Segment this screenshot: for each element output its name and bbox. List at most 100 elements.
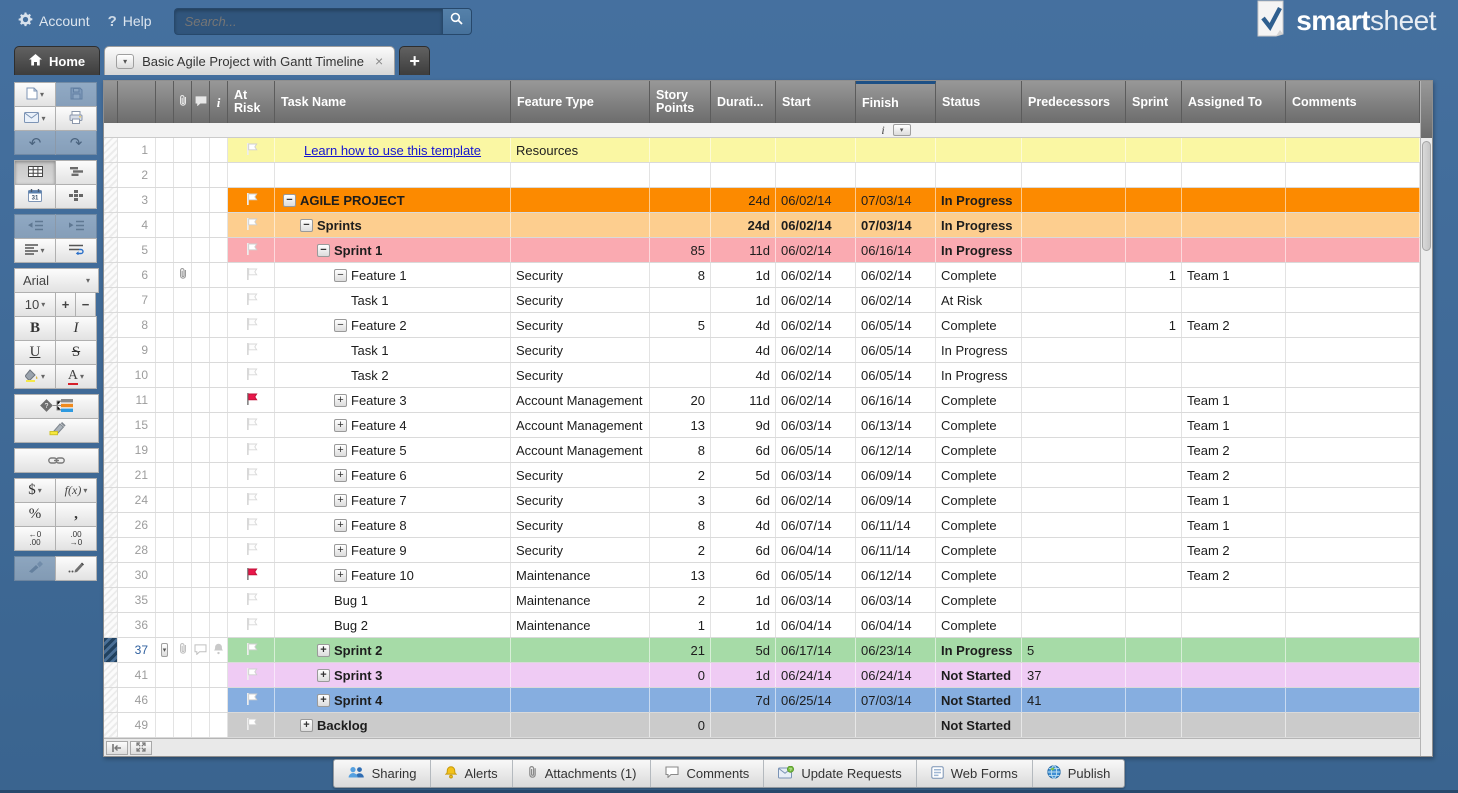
cell-pred[interactable] [1022, 263, 1126, 287]
redo-button[interactable]: ↷ [55, 130, 97, 155]
cell-pred[interactable] [1022, 613, 1126, 637]
expand-row-button[interactable]: + [334, 569, 347, 582]
cell-feature[interactable] [511, 213, 650, 237]
send-email-button[interactable]: ▾ [14, 106, 56, 131]
percent-button[interactable]: % [14, 502, 56, 527]
cell-assigned[interactable]: Team 1 [1182, 388, 1286, 412]
cell-sprint[interactable] [1126, 388, 1182, 412]
column-header-feature[interactable]: Feature Type [511, 81, 650, 123]
cell-task[interactable]: +Feature 5 [275, 438, 511, 462]
cell-duration[interactable]: 4d [711, 313, 776, 337]
cell-finish[interactable]: 06/11/14 [856, 538, 936, 562]
horizontal-scrollbar[interactable] [104, 738, 1420, 756]
cell-attach[interactable] [174, 563, 192, 587]
search-button[interactable] [442, 8, 472, 35]
cell-points[interactable]: 85 [650, 238, 711, 262]
help-menu[interactable]: ? Help [108, 13, 152, 30]
cell-sprint[interactable] [1126, 363, 1182, 387]
column-header-task[interactable]: Task Name [275, 81, 511, 123]
cell-task[interactable]: Bug 1 [275, 588, 511, 612]
cell-points[interactable]: 5 [650, 313, 711, 337]
decrease-font-button[interactable]: − [75, 292, 96, 317]
font-color-button[interactable]: A▾ [55, 364, 97, 389]
row-select-handle[interactable] [104, 138, 118, 162]
column-header-num[interactable] [118, 81, 156, 123]
cell-comments[interactable] [1286, 188, 1420, 212]
column-header-comment[interactable] [192, 81, 210, 123]
column-header-comments[interactable]: Comments [1286, 81, 1420, 123]
row-select-handle[interactable] [104, 688, 118, 712]
cell-info[interactable] [210, 588, 228, 612]
cell-menu[interactable] [156, 513, 174, 537]
cell-atrisk[interactable] [228, 488, 275, 512]
cell-sprint[interactable] [1126, 163, 1182, 187]
cell-atrisk[interactable] [228, 338, 275, 362]
comment-icon[interactable] [194, 643, 207, 658]
cell-sprint[interactable] [1126, 463, 1182, 487]
cell-assigned[interactable]: Team 2 [1182, 538, 1286, 562]
cell-atrisk[interactable] [228, 263, 275, 287]
cell-status[interactable] [936, 138, 1022, 162]
cell-menu[interactable] [156, 163, 174, 187]
cell-start[interactable]: 06/04/14 [776, 613, 856, 637]
thousands-separator-button[interactable]: , [55, 502, 97, 527]
cell-task[interactable]: +Feature 6 [275, 463, 511, 487]
cell-assigned[interactable]: Team 1 [1182, 263, 1286, 287]
tab-sheet[interactable]: ▾ Basic Agile Project with Gantt Timelin… [104, 46, 395, 75]
cell-sprint[interactable] [1126, 563, 1182, 587]
cell-feature[interactable]: Security [511, 363, 650, 387]
cell-feature[interactable] [511, 163, 650, 187]
cell-start[interactable]: 06/24/14 [776, 663, 856, 687]
undo-button[interactable]: ↶ [14, 130, 56, 155]
cell-info[interactable] [210, 713, 228, 737]
cell-status[interactable] [936, 163, 1022, 187]
row-number[interactable]: 46 [118, 688, 156, 712]
cell-atrisk[interactable] [228, 463, 275, 487]
row-select-handle[interactable] [104, 663, 118, 687]
new-tab-button[interactable]: + [399, 46, 430, 75]
cell-start[interactable]: 06/05/14 [776, 563, 856, 587]
cell-comments[interactable] [1286, 138, 1420, 162]
cell-attach[interactable] [174, 213, 192, 237]
cell-attach[interactable] [174, 463, 192, 487]
cell-atrisk[interactable] [228, 663, 275, 687]
cell-comments[interactable] [1286, 263, 1420, 287]
cell-comments[interactable] [1286, 688, 1420, 712]
cell-task[interactable]: +Feature 8 [275, 513, 511, 537]
cell-sprint[interactable] [1126, 438, 1182, 462]
cell-duration[interactable]: 1d [711, 588, 776, 612]
cell-duration[interactable]: 5d [711, 638, 776, 662]
expand-row-button[interactable]: + [334, 444, 347, 457]
row-number[interactable]: 15 [118, 413, 156, 437]
expand-row-button[interactable]: + [334, 494, 347, 507]
row-number[interactable]: 26 [118, 513, 156, 537]
new-item-button[interactable]: ▾ [14, 82, 56, 107]
cell-status[interactable]: In Progress [936, 363, 1022, 387]
cell-info[interactable] [210, 338, 228, 362]
cell-finish[interactable]: 06/03/14 [856, 588, 936, 612]
close-icon[interactable]: × [375, 53, 383, 69]
cell-status[interactable]: At Risk [936, 288, 1022, 312]
cell-start[interactable]: 06/17/14 [776, 638, 856, 662]
cell-atrisk[interactable] [228, 588, 275, 612]
formula-button[interactable]: f(x)▾ [55, 478, 97, 503]
tab-home[interactable]: Home [14, 46, 100, 75]
cell-assigned[interactable] [1182, 588, 1286, 612]
cell-task[interactable]: −Feature 2 [275, 313, 511, 337]
sharing-button[interactable]: Sharing [334, 760, 432, 787]
outdent-button[interactable] [14, 214, 56, 239]
cell-points[interactable]: 0 [650, 713, 711, 737]
cell-duration[interactable]: 7d [711, 688, 776, 712]
cell-points[interactable]: 13 [650, 413, 711, 437]
row-number[interactable]: 37 [118, 638, 156, 662]
cell-feature[interactable] [511, 638, 650, 662]
cell-finish[interactable]: 06/12/14 [856, 438, 936, 462]
cell-pred[interactable] [1022, 363, 1126, 387]
cell-sprint[interactable] [1126, 663, 1182, 687]
cell-comment[interactable] [192, 188, 210, 212]
cell-finish[interactable]: 06/05/14 [856, 363, 936, 387]
cell-points[interactable]: 20 [650, 388, 711, 412]
cell-pred[interactable]: 5 [1022, 638, 1126, 662]
cell-atrisk[interactable] [228, 613, 275, 637]
web-forms-button[interactable]: Web Forms [917, 760, 1033, 787]
